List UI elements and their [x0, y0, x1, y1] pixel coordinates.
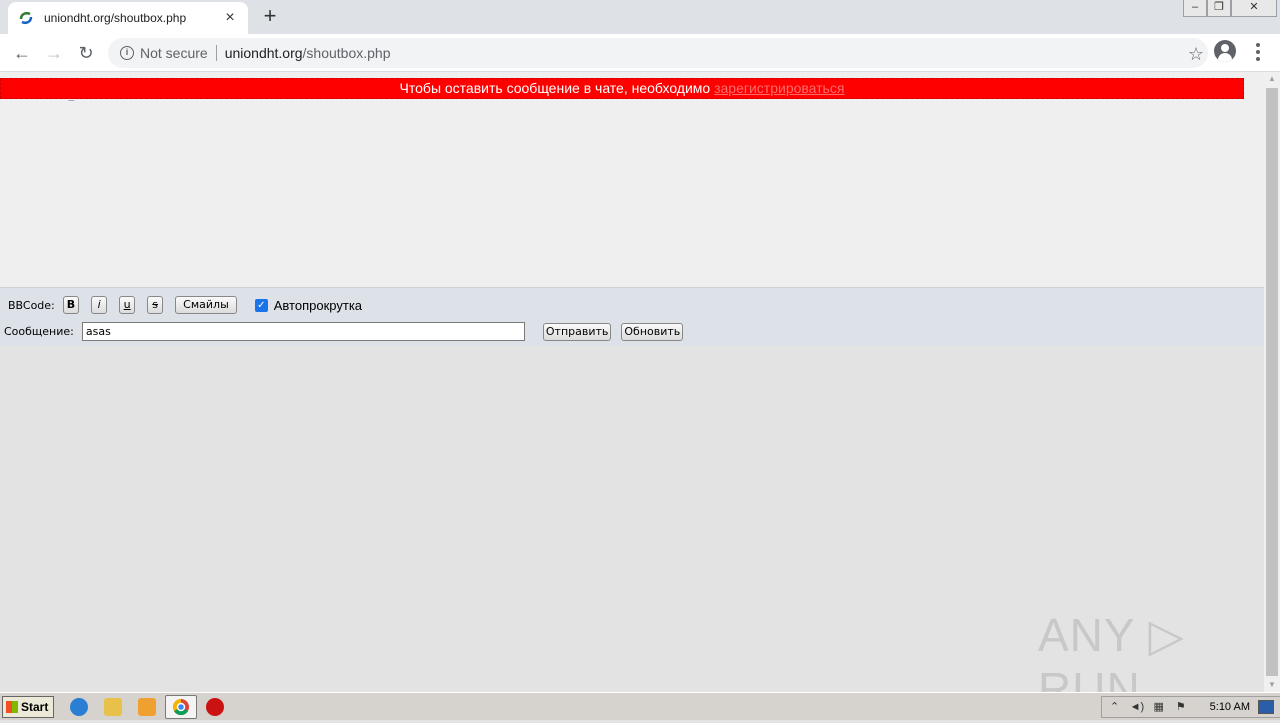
close-window-button[interactable]: ✕ — [1231, 0, 1277, 17]
scroll-up-icon[interactable]: ▲ — [1264, 72, 1280, 86]
page-content: 01:01:24Ха_нллобалансы 1/26 Чтобы остави… — [0, 72, 1264, 715]
smiles-button[interactable]: Смайлы — [175, 296, 237, 314]
chrome-taskbar-button[interactable] — [165, 695, 197, 719]
file-explorer-icon[interactable] — [104, 698, 122, 716]
minimize-window-button[interactable]: – — [1183, 0, 1207, 17]
scrollbar-thumb[interactable] — [1266, 88, 1278, 676]
autoscroll-label: Автопрокрутка — [273, 297, 363, 313]
reload-icon[interactable]: ↻ — [72, 39, 100, 67]
refresh-button[interactable]: Обновить — [621, 322, 684, 341]
window-controls: – ❐ ✕ — [1183, 0, 1277, 18]
show-desktop-icon[interactable] — [1258, 700, 1274, 714]
security-label: Not secure — [140, 45, 208, 61]
tab-close-icon[interactable]: × — [222, 10, 238, 26]
taskbar-clock[interactable]: 5:10 AM — [1210, 701, 1250, 713]
browser-tabbar: uniondht.org/shoutbox.php × + – ❐ ✕ — [0, 0, 1280, 34]
shoutbox-controls: BBCode: B i u s Смайлы ✓ Автопрокрутка С… — [0, 288, 1264, 346]
message-input[interactable] — [81, 322, 525, 341]
bbcode-label: BBCode: — [8, 298, 55, 312]
media-player-icon[interactable] — [138, 698, 156, 716]
address-bar[interactable]: i Not secure uniondht.org/shoutbox.php ☆ — [108, 38, 1208, 68]
autoscroll-checkbox[interactable]: ✓ — [254, 298, 268, 312]
omnibox-separator — [215, 45, 217, 61]
browser-toolbar: ← → ↻ i Not secure uniondht.org/shoutbox… — [0, 34, 1280, 72]
bbcode-toolbar: BBCode: B i u s Смайлы ✓ Автопрокрутка — [8, 296, 362, 314]
scroll-down-icon[interactable]: ▼ — [1264, 678, 1280, 692]
url-path: /shoutbox.php — [302, 45, 391, 61]
browser-menu-icon[interactable] — [1250, 40, 1266, 64]
start-button[interactable]: Start — [2, 696, 54, 718]
tab-title: uniondht.org/shoutbox.php — [44, 11, 187, 25]
underline-button[interactable]: u — [119, 296, 136, 314]
antivirus-icon[interactable] — [206, 698, 224, 716]
send-button[interactable]: Отправить — [542, 322, 612, 341]
chrome-icon — [172, 698, 189, 716]
windows-taskbar: Start ⌃ ◄) ▦ ⚑ 5:10 AM — [0, 692, 1280, 720]
register-link[interactable]: зарегистрироваться — [714, 80, 844, 96]
restore-window-button[interactable]: ❐ — [1207, 0, 1231, 17]
forward-arrow-icon[interactable]: → — [40, 39, 68, 67]
browser-tab[interactable]: uniondht.org/shoutbox.php × — [8, 2, 248, 34]
autoscroll-toggle[interactable]: ✓ Автопрокрутка — [254, 297, 363, 313]
site-favicon-icon — [19, 11, 33, 25]
bookmark-star-icon[interactable]: ☆ — [1184, 42, 1208, 66]
new-tab-button[interactable]: + — [258, 4, 282, 28]
windows-flag-icon — [6, 701, 18, 713]
vertical-scrollbar[interactable]: ▲ ▼ — [1264, 72, 1280, 692]
back-arrow-icon[interactable]: ← — [8, 39, 36, 67]
url-host: uniondht.org — [224, 45, 303, 61]
message-label: Сообщение: — [4, 325, 74, 338]
network-icon[interactable]: ▦ — [1152, 700, 1166, 714]
profile-avatar-icon[interactable] — [1214, 40, 1236, 62]
italic-button[interactable]: i — [91, 296, 108, 314]
shoutbox-messages[interactable]: 01:01:24Ха_нллобалансы 1/26 Чтобы остави… — [0, 72, 1264, 288]
message-row: Сообщение: Отправить Обновить — [4, 322, 685, 341]
start-label: Start — [21, 700, 49, 714]
internet-explorer-icon[interactable] — [70, 698, 88, 716]
volume-icon[interactable]: ◄) — [1130, 700, 1145, 714]
login-required-banner: Чтобы оставить сообщение в чате, необход… — [0, 78, 1244, 99]
system-tray: ⌃ ◄) ▦ ⚑ 5:10 AM — [1100, 696, 1280, 718]
strikethrough-button[interactable]: s — [147, 296, 164, 314]
info-icon[interactable]: i — [120, 46, 134, 60]
action-center-flag-icon[interactable]: ⚑ — [1174, 700, 1188, 714]
banner-text: Чтобы оставить сообщение в чате, необход… — [399, 80, 715, 96]
tray-expand-icon[interactable]: ⌃ — [1108, 700, 1122, 714]
bold-button[interactable]: B — [62, 296, 80, 314]
